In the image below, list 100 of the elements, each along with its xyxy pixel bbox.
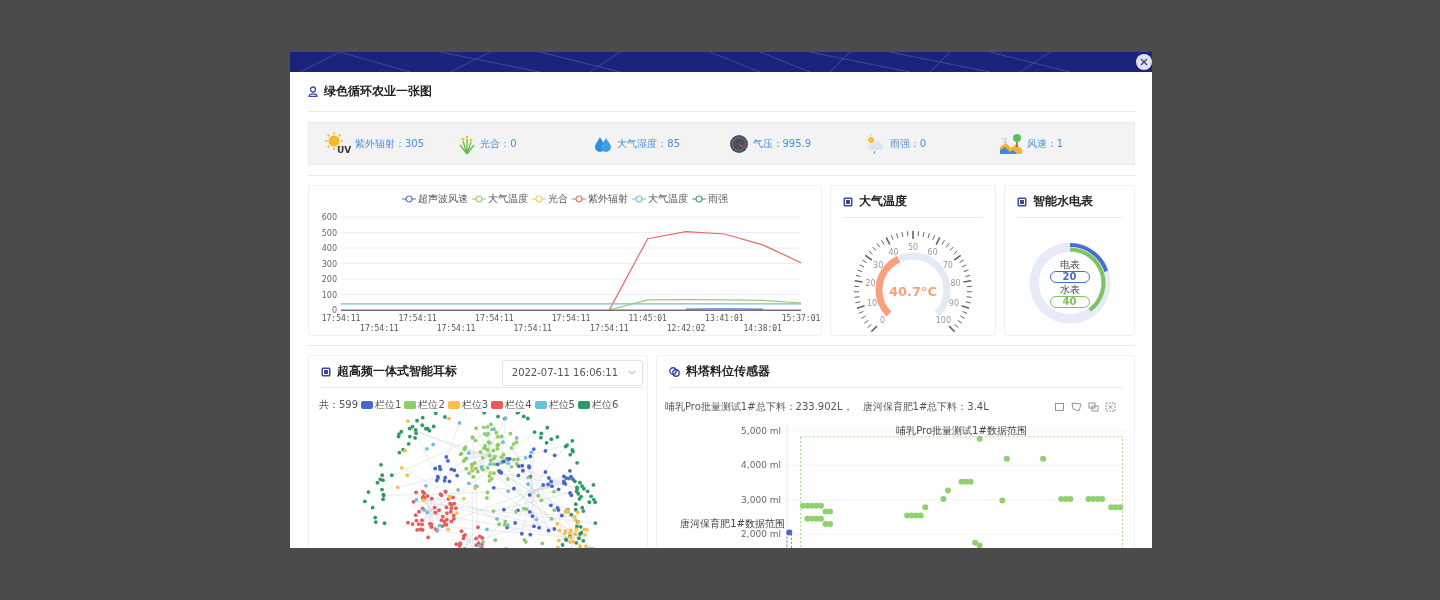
gauge-scale-label: 40 — [888, 247, 899, 257]
card-title: 料塔料位传感器 — [686, 363, 770, 380]
stat-reading: 风速：1 — [1026, 136, 1064, 151]
gauge-scale-label: 80 — [950, 279, 961, 289]
close-icon — [1140, 58, 1148, 66]
legend-label: 栏位3 — [461, 398, 489, 412]
stat-reading: 气压：995.9 — [752, 136, 812, 151]
uv-label: UV — [337, 144, 352, 155]
legend-label: 栏位2 — [418, 398, 445, 412]
panel-icon — [1017, 196, 1027, 207]
x-axis-label: 17:54:11 — [475, 314, 514, 323]
card-title: 智能水电表 — [1033, 193, 1093, 210]
gauge-scale-label: 0 — [880, 316, 886, 326]
x-axis-label: 17:54:11 — [436, 324, 476, 333]
legend-swatch[interactable] — [491, 401, 504, 409]
stat-reading: 紫外辐射：305 — [355, 136, 425, 151]
pressure-gauge-icon — [728, 133, 749, 154]
data-point — [999, 497, 1006, 504]
data-point — [940, 496, 947, 503]
legend-marker-icon — [692, 194, 706, 203]
y-axis-label: 300 — [321, 259, 337, 269]
panel-icon — [843, 196, 853, 207]
x-axis-label: 17:54:11 — [398, 314, 437, 323]
legend-marker-icon — [632, 194, 646, 203]
x-axis-label: 17:54:11 — [590, 324, 629, 333]
card-title: 大气温度 — [859, 193, 907, 210]
x-axis-label: 17:54:11 — [513, 324, 552, 333]
range-label: 哺乳Pro批量测试1#数据范围 — [896, 424, 1027, 436]
gauge-value: 40.7°C — [888, 284, 938, 299]
card-title: 超高频一体式智能耳标 — [337, 363, 457, 380]
data-point — [976, 435, 983, 442]
legend-label: 大气温度 — [488, 191, 528, 206]
legend-label: 栏位5 — [548, 398, 575, 412]
chevron-down-icon — [628, 370, 636, 375]
feed-total-text: 哺乳Pro批量测试1#总下料：233.902L， — [665, 400, 853, 414]
y-axis-label: 4,000 ml — [741, 460, 781, 471]
stat-reading: 雨强：0 — [889, 136, 927, 151]
gauge-scale-label: 20 — [865, 279, 876, 289]
y-axis-label: 100 — [321, 290, 337, 300]
legend-label: 超声波风速 — [418, 191, 468, 206]
page-title: 绿色循环农业一张图 — [324, 83, 432, 100]
gauge-scale-label: 60 — [927, 247, 938, 257]
gauge-scale-label: 70 — [942, 260, 953, 270]
dashed-outline — [786, 530, 792, 548]
rectangle-select-icon[interactable] — [1054, 402, 1065, 412]
gauge-scale-label: 100 — [935, 316, 952, 326]
legend-label: 栏位4 — [505, 398, 532, 412]
legend-label: 紫外辐射 — [588, 191, 628, 206]
y-axis-label: 600 — [321, 213, 337, 222]
panel-icon — [321, 366, 331, 377]
legend-marker-icon — [572, 194, 586, 203]
overlap-squares-icon[interactable] — [1088, 402, 1099, 412]
data-point — [1040, 455, 1047, 462]
date-select[interactable]: 2022-07-11 16:06:11 — [501, 359, 643, 386]
y-axis-label: 3,000 ml — [741, 494, 781, 505]
y-axis-label: 5,000 ml — [741, 425, 781, 436]
polygon-select-icon[interactable] — [1071, 402, 1082, 412]
legend-swatch[interactable] — [447, 401, 460, 409]
gauge-scale-label: 10 — [867, 299, 878, 309]
gauge-scale-label: 50 — [907, 243, 919, 252]
range-label: 唐河保育肥1#数据范围 — [680, 518, 785, 530]
legend-marker-icon — [472, 194, 486, 203]
user-icon — [308, 86, 318, 97]
data-point — [1003, 455, 1010, 462]
data-point — [944, 487, 951, 494]
node-total: 共：599 — [319, 398, 359, 412]
data-point — [786, 529, 793, 536]
meter-label: 水表 — [1059, 283, 1080, 295]
legend-label: 雨强 — [708, 191, 728, 206]
x-axis-label: 13:41:01 — [705, 314, 744, 323]
link-icon — [669, 366, 680, 377]
legend-label: 栏位1 — [375, 398, 402, 412]
meter-label: 电表 — [1059, 258, 1080, 270]
feed-total-text: 唐河保育肥1#总下料：3.4L — [862, 400, 989, 414]
clear-selection-icon[interactable] — [1105, 402, 1116, 412]
x-axis-label: 17:54:11 — [360, 324, 399, 333]
gauge-scale-label: 90 — [948, 299, 959, 309]
legend-marker-icon — [402, 194, 416, 203]
legend-label: 大气温度 — [648, 191, 688, 206]
stat-reading: 光合：0 — [480, 136, 517, 151]
x-axis-label: 15:37:01 — [781, 314, 821, 323]
legend-marker-icon — [532, 194, 546, 203]
legend-label: 光合 — [548, 191, 568, 206]
x-axis-label: 17:54:11 — [321, 314, 361, 323]
landscape-tree-icon — [998, 132, 1023, 155]
stat-reading: 大气湿度：85 — [617, 136, 681, 151]
x-axis-label: 14:38:01 — [743, 324, 782, 333]
y-axis-label: 0 — [331, 306, 337, 315]
legend-swatch[interactable] — [577, 401, 590, 409]
legend-swatch[interactable] — [404, 401, 417, 409]
y-axis-label: 2,000 ml — [741, 529, 781, 540]
cloud-sun-icon — [863, 132, 886, 155]
legend-label: 栏位6 — [591, 398, 619, 412]
gauge-scale-label: 30 — [873, 260, 884, 270]
x-axis-label: 17:54:11 — [551, 314, 591, 323]
y-axis-label: 200 — [321, 275, 337, 284]
legend-swatch[interactable] — [361, 401, 374, 409]
x-axis-label: 11:45:01 — [628, 314, 667, 323]
legend-swatch[interactable] — [534, 401, 547, 409]
y-axis-label: 400 — [321, 244, 337, 253]
